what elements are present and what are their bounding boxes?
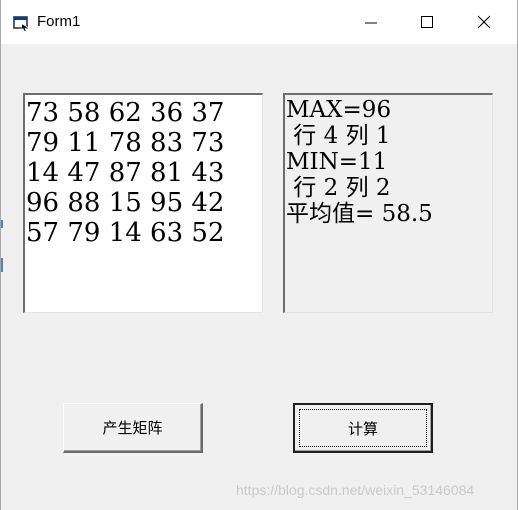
min-value-line: MIN=11 [286,149,388,175]
matrix-row: 96 88 15 95 42 [26,188,225,218]
generate-matrix-label: 产生矩阵 [102,419,163,437]
close-icon [477,15,491,29]
matrix-row: 79 11 78 83 73 [26,128,225,158]
title-bar[interactable]: Form1 [1,0,517,44]
form-window: Form1 73 58 62 36 37 79 11 78 83 73 14 4… [0,0,518,510]
calculate-button[interactable]: 计算 [293,403,433,453]
edge-artifact [1,220,3,228]
generate-matrix-button[interactable]: 产生矩阵 [63,403,203,453]
max-position-line: 行 4 列 1 [286,123,391,149]
calculate-label: 计算 [347,419,378,438]
matrix-row: 57 79 14 63 52 [26,218,225,248]
matrix-row: 14 47 87 81 43 [26,158,225,188]
result-output-box[interactable]: MAX=96 行 4 列 1 MIN=11 行 2 列 2 平均值= 58.5 [283,93,493,313]
minimize-button[interactable] [348,0,394,44]
maximize-button[interactable] [404,0,450,44]
min-position-line: 行 2 列 2 [286,175,391,201]
edge-artifact [1,258,3,272]
form-icon [13,15,31,32]
max-value-line: MAX=96 [286,97,392,123]
matrix-output-box[interactable]: 73 58 62 36 37 79 11 78 83 73 14 47 87 8… [23,93,263,313]
maximize-icon [421,16,433,28]
matrix-row: 73 58 62 36 37 [26,98,225,128]
close-button[interactable] [461,0,507,44]
minimize-icon [365,22,377,24]
watermark: https://blog.csdn.net/weixin_53146084 [236,482,475,498]
window-title: Form1 [37,13,81,30]
average-line: 平均值= 58.5 [286,201,433,227]
